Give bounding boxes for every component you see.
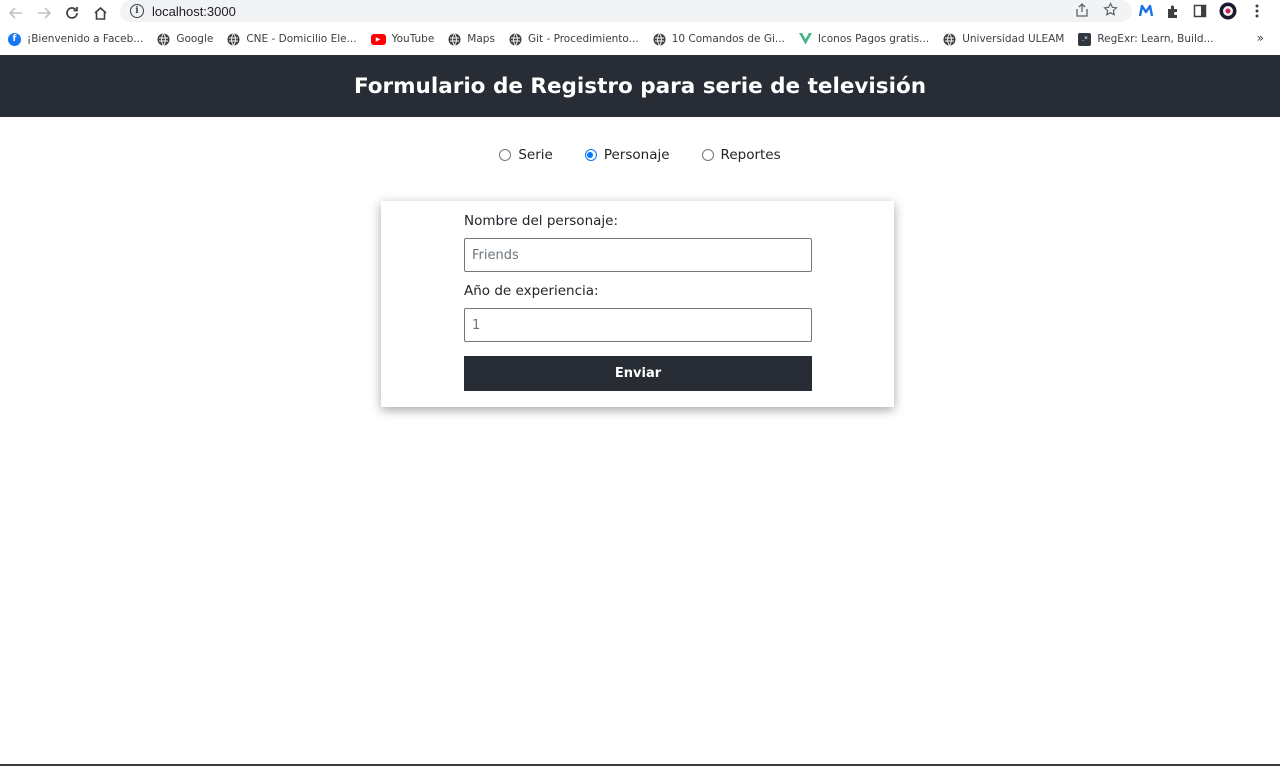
bookmark-item[interactable]: ▶ YouTube <box>370 33 435 45</box>
back-icon[interactable] <box>6 3 26 23</box>
bookmark-label: RegExr: Learn, Build... <box>1097 33 1214 45</box>
more-bookmarks-icon[interactable]: » <box>1257 31 1264 45</box>
globe-icon <box>157 32 170 46</box>
bookmark-label: Git - Procedimiento... <box>527 33 639 45</box>
bookmark-item[interactable]: f ¡Bienvenido a Faceb... <box>8 32 144 46</box>
name-label: Nombre del personaje: <box>464 213 618 229</box>
bookmark-label: YouTube <box>391 33 435 45</box>
radio-serie[interactable]: Serie <box>499 147 553 163</box>
bookmark-item[interactable]: .* RegExr: Learn, Build... <box>1078 32 1214 46</box>
globe-icon <box>509 32 522 46</box>
puzzle-extensions-icon[interactable] <box>1166 4 1181 24</box>
radio-serie-label[interactable]: Serie <box>518 147 552 163</box>
bookmark-item[interactable]: 10 Comandos de Gi... <box>653 32 785 46</box>
home-icon[interactable] <box>90 3 110 23</box>
browser-toolbar: i localhost:3000 <box>0 0 1280 26</box>
bookmark-item[interactable]: Universidad ULEAM <box>943 32 1065 46</box>
bookmark-item[interactable]: Git - Procedimiento... <box>509 32 639 46</box>
years-label: Año de experiencia: <box>464 283 599 299</box>
address-bar[interactable]: i localhost:3000 <box>120 0 1132 22</box>
radio-personaje[interactable]: Personaje <box>584 147 670 163</box>
bookmarks-bar: f ¡Bienvenido a Faceb... Google CNE - Domic… <box>0 27 1280 51</box>
page-header: Formulario de Registro para serie de tel… <box>0 55 1280 117</box>
radio-reportes[interactable]: Reportes <box>701 147 781 163</box>
years-input-placeholder: 1 <box>472 317 481 333</box>
bookmark-label: CNE - Domicilio Ele... <box>246 33 357 45</box>
bookmark-item[interactable]: Iconos Pagos gratis... <box>798 33 930 46</box>
bookmark-label: Maps <box>467 33 495 45</box>
globe-icon <box>448 32 461 46</box>
radio-personaje-circle[interactable] <box>584 149 597 161</box>
reload-icon[interactable] <box>62 3 82 23</box>
url-text[interactable]: localhost:3000 <box>152 4 236 19</box>
globe-icon <box>227 32 240 46</box>
bookmark-item[interactable]: CNE - Domicilio Ele... <box>227 32 357 46</box>
radio-serie-circle[interactable] <box>499 149 512 161</box>
bookmark-star-icon[interactable] <box>1103 2 1118 22</box>
bookmark-label: Iconos Pagos gratis... <box>817 33 930 45</box>
section-radio-group: Serie Personaje Reportes <box>0 147 1280 163</box>
radio-reportes-label[interactable]: Reportes <box>721 147 781 163</box>
page-title: Formulario de Registro para serie de tel… <box>353 73 927 99</box>
menu-kebab-icon[interactable] <box>1255 4 1259 23</box>
facebook-icon: f <box>8 32 21 46</box>
globe-icon <box>943 32 956 46</box>
bookmark-label: Google <box>176 33 214 45</box>
character-form-card: Nombre del personaje: Friends Año de exp… <box>381 201 894 407</box>
bookmark-item[interactable]: Maps <box>448 32 495 46</box>
name-input[interactable]: Friends <box>464 238 812 272</box>
globe-icon <box>653 32 666 46</box>
radio-personaje-label[interactable]: Personaje <box>604 147 670 163</box>
profile-avatar[interactable] <box>1219 2 1237 25</box>
share-icon[interactable] <box>1075 3 1089 22</box>
forward-icon[interactable] <box>34 3 54 23</box>
extension-m-icon[interactable] <box>1138 3 1154 24</box>
side-panel-icon[interactable] <box>1193 4 1207 23</box>
bookmark-label: 10 Comandos de Gi... <box>671 33 785 45</box>
bookmark-label: ¡Bienvenido a Faceb... <box>27 33 144 45</box>
youtube-icon: ▶ <box>370 33 386 45</box>
vue-icon <box>798 33 812 46</box>
years-input[interactable]: 1 <box>464 308 812 342</box>
radio-reportes-circle[interactable] <box>701 149 714 161</box>
regexr-icon: .* <box>1078 32 1092 46</box>
info-icon[interactable]: i <box>130 4 144 18</box>
bookmark-label: Universidad ULEAM <box>962 33 1065 45</box>
extensions-area <box>1076 2 1259 25</box>
name-input-placeholder: Friends <box>472 247 519 263</box>
submit-button[interactable]: Enviar <box>464 356 812 391</box>
bookmark-item[interactable]: Google <box>157 32 214 46</box>
